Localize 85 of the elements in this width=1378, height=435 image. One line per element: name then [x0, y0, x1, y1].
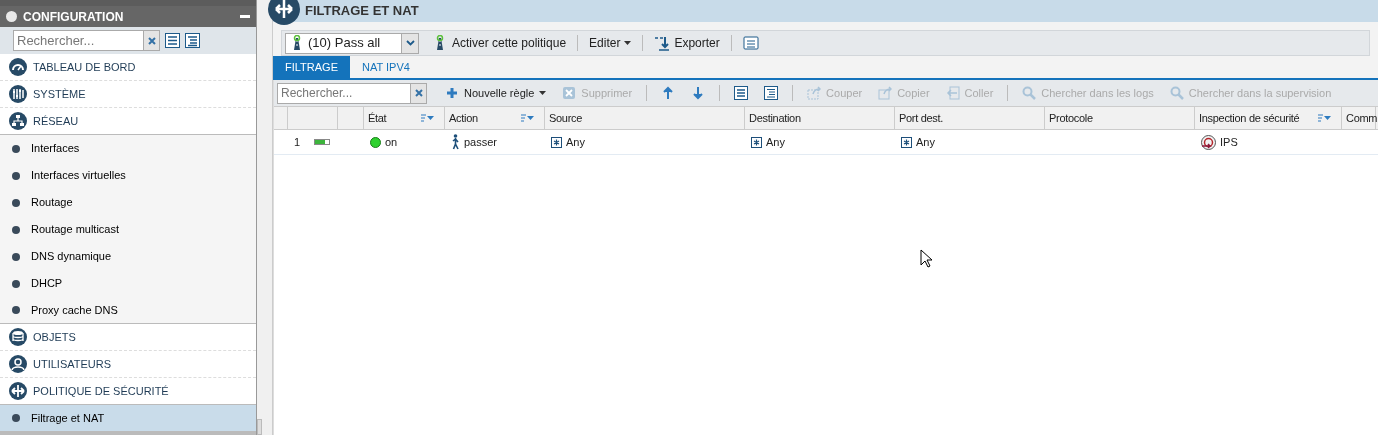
- filter-sort-icon[interactable]: [521, 114, 534, 122]
- bullet-icon: [12, 414, 20, 422]
- list-icon: [734, 86, 749, 100]
- cell-text: Any: [566, 134, 585, 150]
- search-icon: [1022, 86, 1037, 100]
- filter-sort-icon[interactable]: [1318, 114, 1331, 122]
- section-label: POLITIQUE DE SÉCURITÉ: [33, 383, 169, 399]
- bullet-icon: [12, 279, 20, 288]
- search-field[interactable]: Rechercher...: [277, 82, 411, 104]
- nav-item[interactable]: Filtrage et NAT: [0, 405, 256, 432]
- search-icon: [1169, 86, 1184, 100]
- bullet-icon: [12, 144, 20, 153]
- nav-item[interactable]: DNS dynamique: [0, 243, 256, 270]
- pointer-icon: [920, 249, 933, 268]
- panel-title: CONFIGURATION: [23, 8, 125, 26]
- status-dot-icon: [370, 136, 381, 148]
- route-icon: [9, 382, 27, 400]
- asterisk-icon: [901, 136, 912, 148]
- toolbar-button[interactable]: Editer: [586, 34, 635, 52]
- gauge-icon: [9, 58, 27, 76]
- clear-button[interactable]: [411, 82, 427, 104]
- bullet-icon: [12, 225, 20, 234]
- tab[interactable]: NAT IPV4: [350, 56, 422, 78]
- cell-text: Any: [916, 134, 935, 150]
- splitter-handle[interactable]: [257, 419, 262, 435]
- cell-text: Any: [766, 134, 785, 150]
- nav-item[interactable]: Interfaces virtuelles: [0, 162, 256, 189]
- caret-icon: [539, 91, 547, 95]
- section-label: TABLEAU DE BORD: [33, 59, 136, 75]
- caret-icon: [624, 41, 632, 45]
- filter-sort-icon[interactable]: [421, 114, 434, 122]
- page-title: FILTRAGE ET NAT: [305, 2, 419, 21]
- column-header: Action: [449, 110, 479, 126]
- cell-text: IPS: [1220, 134, 1238, 150]
- clear-icon[interactable]: [147, 36, 156, 45]
- tree-list-icon[interactable]: [185, 33, 200, 48]
- column-header: Port dest.: [899, 110, 945, 126]
- column-header: Comm: [1346, 110, 1378, 126]
- asterisk-icon: [751, 136, 762, 148]
- nav-item[interactable]: Routage multicast: [0, 216, 256, 243]
- bullet-icon: [12, 306, 20, 314]
- nav-item[interactable]: Interfaces: [0, 135, 256, 162]
- nav-item[interactable]: Proxy cache DNS: [0, 297, 256, 324]
- toolbar-button[interactable]: Activer cette politique: [429, 34, 570, 52]
- section-label: OBJETS: [33, 329, 76, 345]
- column-header: Inspection de sécurité: [1199, 110, 1301, 126]
- column-header: Protocole: [1049, 110, 1094, 126]
- column-header: État: [368, 110, 388, 126]
- section-label: UTILISATEURS: [33, 356, 112, 372]
- bullet-icon: [12, 198, 20, 207]
- database-icon: [9, 328, 27, 346]
- network-icon: [9, 112, 27, 130]
- nav-item[interactable]: Routage: [0, 189, 256, 216]
- cut-icon: [807, 86, 822, 100]
- tab[interactable]: FILTRAGE: [273, 56, 350, 78]
- toolbar-button[interactable]: Exporter: [651, 34, 723, 52]
- clear-icon[interactable]: [414, 89, 423, 97]
- plus-icon: [445, 86, 459, 100]
- user-icon: [9, 355, 27, 373]
- export-icon: [654, 35, 671, 51]
- sliders-icon: [9, 85, 27, 103]
- nav-item[interactable]: DHCP: [0, 270, 256, 297]
- toggle-switch[interactable]: [314, 139, 331, 145]
- tree-list-icon: [764, 86, 779, 100]
- asterisk-icon: [551, 136, 562, 148]
- toolbar-button[interactable]: Nouvelle règle: [437, 84, 555, 102]
- search-field[interactable]: Rechercher...: [13, 30, 144, 51]
- row-number: 1: [294, 134, 301, 150]
- walking-person-icon: [451, 134, 460, 150]
- chevron-down-icon[interactable]: [405, 40, 415, 46]
- column-header: Source: [549, 110, 584, 126]
- copy-icon: [878, 86, 893, 100]
- clear-button[interactable]: [144, 30, 160, 51]
- section-label: RÉSEAU: [33, 113, 79, 129]
- bullet-icon: [12, 252, 20, 261]
- arrow-down-icon: [691, 86, 706, 100]
- paste-icon: [945, 86, 960, 100]
- delete-icon: [562, 86, 577, 100]
- bullet-icon: [12, 171, 20, 180]
- list-icon[interactable]: [165, 33, 180, 48]
- cell-text: passer: [464, 134, 498, 150]
- cell-text: on: [385, 134, 398, 150]
- column-header: Destination: [749, 110, 802, 126]
- policy-dropdown[interactable]: (10) Pass all: [285, 32, 419, 54]
- section-label: SYSTÈME: [33, 86, 86, 102]
